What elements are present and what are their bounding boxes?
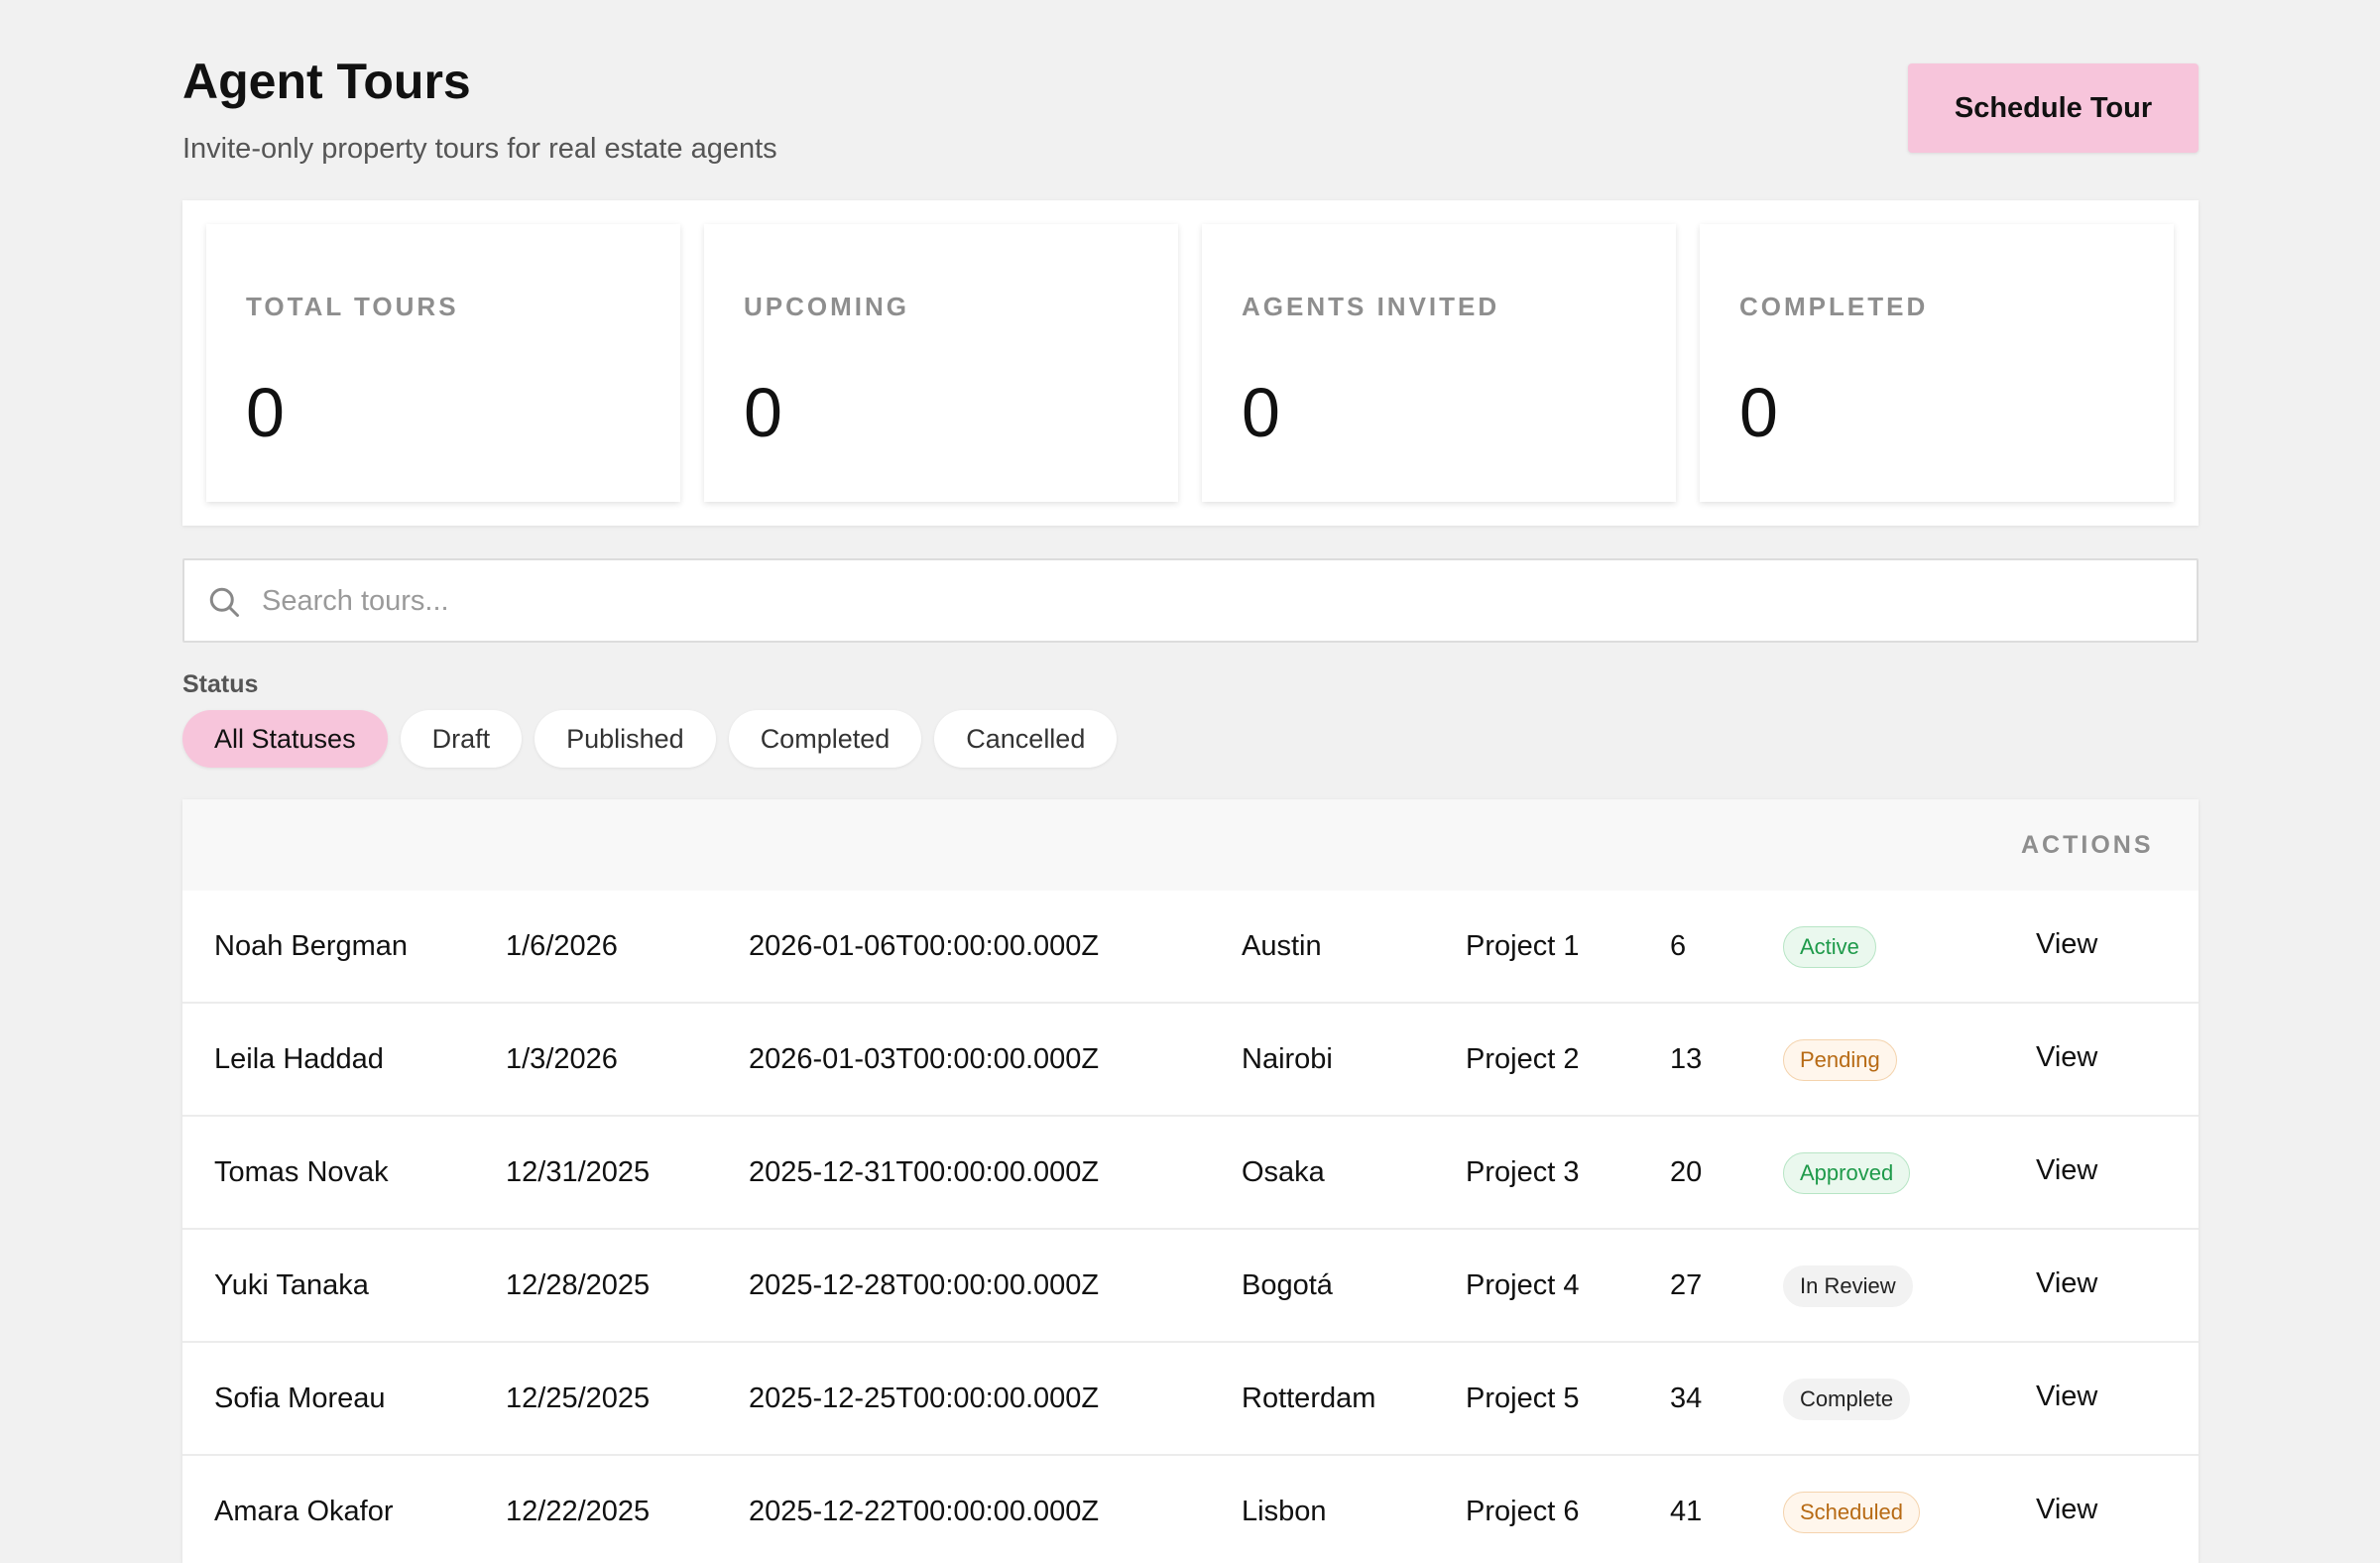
stat-label: UPCOMING — [744, 292, 909, 321]
search-bar — [182, 558, 2199, 643]
view-link[interactable]: View — [2036, 926, 2097, 962]
stat-card-agents-invited: AGENTS INVITED 0 — [1202, 224, 1676, 502]
tour-count: 20 — [1670, 1156, 1703, 1188]
table-row[interactable]: Noah Bergman 1/6/2026 2026-01-06T00:00:0… — [182, 891, 2199, 1004]
status-badge: Complete — [1783, 1379, 1911, 1420]
agent-name: Yuki Tanaka — [214, 1269, 369, 1301]
tour-count: 6 — [1670, 930, 1687, 962]
tour-city: Osaka — [1242, 1156, 1325, 1188]
tour-date: 12/28/2025 — [506, 1269, 651, 1301]
tour-timestamp: 2025-12-22T00:00:00.000Z — [749, 1496, 1100, 1527]
stat-value: 0 — [1242, 374, 1280, 451]
tours-table: ACTIONS Noah Bergman 1/6/2026 2026-01-06… — [182, 799, 2199, 1563]
chip-all-statuses[interactable]: All Statuses — [182, 710, 388, 768]
tour-project: Project 4 — [1466, 1269, 1580, 1301]
table-row[interactable]: Yuki Tanaka 12/28/2025 2025-12-28T00:00:… — [182, 1230, 2199, 1343]
view-link[interactable]: View — [2036, 1379, 2097, 1414]
tour-timestamp: 2025-12-31T00:00:00.000Z — [749, 1156, 1100, 1188]
tour-city: Bogotá — [1242, 1269, 1333, 1301]
tour-timestamp: 2026-01-03T00:00:00.000Z — [749, 1043, 1100, 1075]
page-title: Agent Tours — [182, 54, 471, 109]
stat-card-upcoming: UPCOMING 0 — [704, 224, 1178, 502]
tour-project: Project 1 — [1466, 930, 1580, 962]
status-badge: Scheduled — [1783, 1492, 1920, 1533]
tour-project: Project 5 — [1466, 1383, 1580, 1414]
tour-count: 13 — [1670, 1043, 1703, 1075]
chip-completed[interactable]: Completed — [728, 710, 922, 768]
agent-name: Amara Okafor — [214, 1496, 394, 1527]
page-header: Agent Tours Invite-only property tours f… — [182, 52, 777, 167]
status-badge: Active — [1783, 926, 1876, 968]
stat-value: 0 — [1739, 374, 1778, 451]
table-row[interactable]: Tomas Novak 12/31/2025 2025-12-31T00:00:… — [182, 1117, 2199, 1230]
search-input[interactable] — [262, 570, 2146, 632]
tour-city: Rotterdam — [1242, 1383, 1376, 1414]
view-link[interactable]: View — [2036, 1039, 2097, 1075]
tour-date: 12/25/2025 — [506, 1383, 651, 1414]
tour-timestamp: 2025-12-28T00:00:00.000Z — [749, 1269, 1100, 1301]
stat-label: AGENTS INVITED — [1242, 292, 1500, 321]
table-row[interactable]: Amara Okafor 12/22/2025 2025-12-22T00:00… — [182, 1456, 2199, 1563]
table-row[interactable]: Leila Haddad 1/3/2026 2026-01-03T00:00:0… — [182, 1004, 2199, 1117]
table-header: ACTIONS — [182, 799, 2199, 891]
chip-draft[interactable]: Draft — [400, 710, 523, 768]
stat-label: COMPLETED — [1739, 292, 1929, 321]
tour-city: Austin — [1242, 930, 1322, 962]
page-subtitle: Invite-only property tours for real esta… — [182, 133, 777, 165]
stat-value: 0 — [744, 374, 782, 451]
tour-date: 12/31/2025 — [506, 1156, 651, 1188]
tour-timestamp: 2026-01-06T00:00:00.000Z — [749, 930, 1100, 962]
stat-card-total-tours: TOTAL TOURS 0 — [206, 224, 680, 502]
stat-value: 0 — [246, 374, 285, 451]
stat-card-completed: COMPLETED 0 — [1700, 224, 2174, 502]
view-link[interactable]: View — [2036, 1152, 2097, 1188]
tour-project: Project 3 — [1466, 1156, 1580, 1188]
tour-city: Lisbon — [1242, 1496, 1327, 1527]
chip-cancelled[interactable]: Cancelled — [934, 710, 1118, 768]
tour-count: 34 — [1670, 1383, 1703, 1414]
schedule-tour-button[interactable]: Schedule Tour — [1908, 63, 2199, 153]
status-filter-chips: All Statuses Draft Published Completed C… — [182, 710, 1118, 768]
search-icon — [209, 587, 239, 617]
agent-name: Leila Haddad — [214, 1043, 384, 1075]
stats-panel: TOTAL TOURS 0 UPCOMING 0 AGENTS INVITED … — [182, 200, 2199, 526]
tour-project: Project 2 — [1466, 1043, 1580, 1075]
status-filter-label: Status — [182, 670, 259, 698]
tour-timestamp: 2025-12-25T00:00:00.000Z — [749, 1383, 1100, 1414]
agent-name: Noah Bergman — [214, 930, 409, 962]
view-link[interactable]: View — [2036, 1492, 2097, 1527]
tour-city: Nairobi — [1242, 1043, 1333, 1075]
tour-count: 41 — [1670, 1496, 1703, 1527]
status-badge: Pending — [1783, 1039, 1897, 1081]
stat-label: TOTAL TOURS — [246, 292, 459, 321]
table-row[interactable]: Sofia Moreau 12/25/2025 2025-12-25T00:00… — [182, 1343, 2199, 1456]
tour-count: 27 — [1670, 1269, 1703, 1301]
tour-date: 1/3/2026 — [506, 1043, 618, 1075]
tour-project: Project 6 — [1466, 1496, 1580, 1527]
chip-published[interactable]: Published — [535, 710, 716, 768]
tour-date: 12/22/2025 — [506, 1496, 651, 1527]
actions-column-header: ACTIONS — [2021, 831, 2154, 859]
agent-name: Sofia Moreau — [214, 1383, 386, 1414]
status-badge: In Review — [1783, 1265, 1913, 1307]
agent-name: Tomas Novak — [214, 1156, 389, 1188]
agent-tours-page: Agent Tours Invite-only property tours f… — [0, 0, 2380, 1563]
view-link[interactable]: View — [2036, 1265, 2097, 1301]
status-badge: Approved — [1783, 1152, 1911, 1194]
tour-date: 1/6/2026 — [506, 930, 618, 962]
